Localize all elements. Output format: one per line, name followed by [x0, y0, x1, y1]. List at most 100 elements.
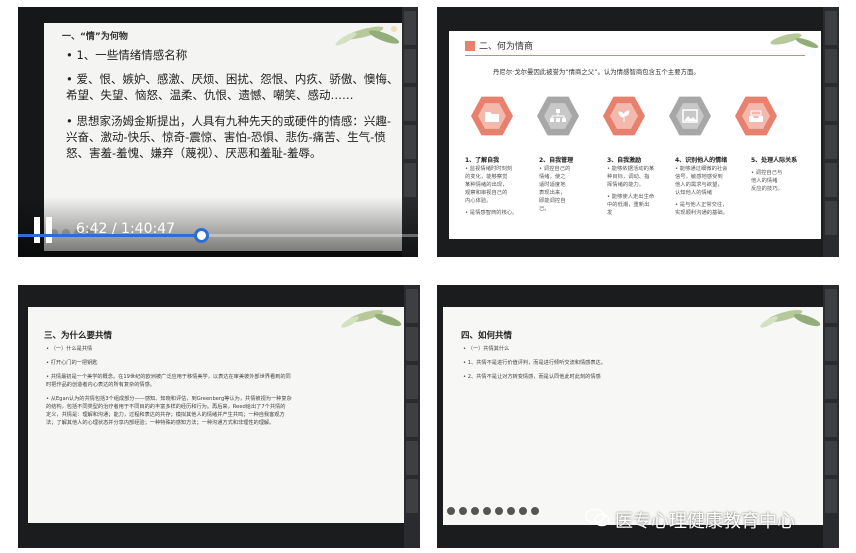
pen-tool-icon[interactable]	[447, 507, 455, 515]
participant-sidebar	[404, 285, 420, 548]
participant-thumb[interactable]	[825, 87, 837, 121]
bullet-line: 怒、害羞-羞愧、嫌弃（蔑视）、厌恶和羞耻-羞辱。	[66, 146, 322, 160]
participant-thumb[interactable]	[404, 125, 416, 159]
text-tool-icon[interactable]	[495, 507, 503, 515]
participant-thumb[interactable]	[406, 289, 418, 323]
highlight-tool-icon[interactable]	[471, 507, 479, 515]
participant-thumb[interactable]	[404, 163, 416, 197]
bullet-line: 希望、失望、恼怒、温柔、仇恨、遗憾、嘲笑、感动……	[66, 88, 354, 102]
undo-tool-icon[interactable]	[507, 507, 515, 515]
more-tool-icon[interactable]	[531, 507, 539, 515]
participant-thumb[interactable]	[825, 365, 837, 399]
bullet-line: • 思想家汤姆金斯提出，人具有九种先天的或硬件的情感：兴趣-	[66, 114, 392, 128]
column-title: 4、识别他人的情绪	[675, 157, 728, 164]
video-panel-3[interactable]: 三、为什么要共情 • （一）什么是共情 • 打开心门的一把钥匙 • 共情最初是一…	[18, 285, 420, 548]
folder-icon	[485, 112, 499, 122]
column-line: 发	[607, 210, 613, 216]
slide-title: 三、为什么要共情	[44, 331, 113, 341]
participant-thumb[interactable]	[406, 479, 418, 513]
participant-thumb[interactable]	[825, 163, 837, 197]
org-chart-icon	[550, 109, 566, 122]
participant-thumb[interactable]	[825, 201, 837, 235]
participant-thumb[interactable]	[825, 289, 837, 323]
shape-tool-icon[interactable]	[483, 507, 491, 515]
bullet-line: • 1、一些情绪情感名称	[66, 48, 188, 62]
column-line: 认知他人的情绪	[675, 190, 713, 196]
hex-icon-2	[537, 96, 579, 136]
leaf-decoration	[770, 33, 819, 48]
participant-sidebar	[823, 7, 839, 257]
column-title: 5、处理人际关系	[751, 157, 798, 164]
body-line: • 从Egan认为的共情包括3个组成部分——感知、知晓和评估，到Greenber…	[46, 396, 292, 402]
bullet-line: 兴奋、激动-快乐、惊奇-震惊、害怕-恐惧、悲伤-痛苦、生气-愤	[66, 130, 386, 144]
slide-title: 二、何为情商	[479, 42, 534, 52]
seek-bar[interactable]	[18, 228, 418, 243]
video-panel-2[interactable]: 二、何为情商 丹尼尔·戈尔曼因此被誉为“情商之父”。认为情感智商包含五个主要方面…	[437, 7, 839, 257]
slide-2: 二、何为情商 丹尼尔·戈尔曼因此被誉为“情商之父”。认为情感智商包含五个主要方面…	[449, 31, 821, 239]
body-line: 定义，共情是：理解和沟通；能力，过程和表达的共存；模拟其他人的情绪并产生共鸣；一…	[46, 412, 285, 418]
participant-thumb[interactable]	[825, 11, 837, 45]
pause-icon[interactable]	[32, 217, 56, 243]
slide-subtitle: 丹尼尔·戈尔曼因此被誉为“情商之父”。认为情感智商包含五个主要方面。	[493, 68, 700, 76]
seek-knob[interactable]	[194, 228, 209, 243]
body-line: 法；了解其他人的心理状态并分享内部经验；一种特殊的感知方法；一种沟通方式和非理性…	[46, 420, 275, 426]
participant-thumb[interactable]	[404, 87, 416, 121]
column-line: • 是情感智商的核心。	[465, 210, 518, 216]
leaf-decoration	[335, 26, 400, 46]
body-line: • 打开心门的一把钥匙	[46, 360, 98, 366]
column-title: 2、自我管理	[539, 157, 574, 164]
participant-thumb[interactable]	[825, 125, 837, 159]
clear-tool-icon[interactable]	[519, 507, 527, 515]
annotation-toolbar	[447, 507, 557, 517]
body-line: • （一）共情其什么	[463, 346, 510, 352]
column-title: 1、了解自我	[465, 157, 500, 164]
playback-controls: 6:42 / 1:40:47	[18, 197, 418, 257]
participant-thumb[interactable]	[406, 441, 418, 475]
column-line: 己。	[539, 206, 550, 212]
body-line: • 共情最初是一个美学的概念。在19世纪的欧洲被广泛应用于移情美学，以表达在审美…	[46, 374, 291, 380]
participant-thumb[interactable]	[825, 403, 837, 437]
body-line: 时把作品的创造者内心表达的所有复杂的情感。	[46, 382, 155, 388]
column-line: 反应的技巧。	[751, 186, 783, 192]
wechat-icon	[585, 508, 610, 527]
participant-thumb[interactable]	[825, 49, 837, 83]
slide-title: 一、“情”为何物	[62, 32, 128, 42]
body-line: • （一）什么是共情	[46, 346, 93, 352]
video-panel-1[interactable]: 一、“情”为何物 • 1、一些情绪情感名称 • 爱、恨、嫉妒、感激、厌烦、困扰、…	[18, 7, 418, 257]
column-line: 内心体验。	[465, 198, 492, 204]
hex-icon-5	[735, 96, 777, 136]
hex-icon-1	[471, 96, 513, 136]
slide-title: 四、如何共情	[461, 331, 513, 341]
participant-thumb[interactable]	[825, 441, 837, 475]
participant-thumb[interactable]	[406, 403, 418, 437]
video-panel-4[interactable]: 四、如何共情 • （一）共情其什么 • 1、共情不是进行价值评判，而是进行倾听交…	[437, 285, 839, 548]
participant-thumb[interactable]	[825, 327, 837, 361]
participant-thumb[interactable]	[406, 365, 418, 399]
participant-thumb[interactable]	[404, 49, 416, 83]
body-line: 的结构，包括不同类型的治疗者用于不同目的的丰富多样的经历和行为。再后来，Reed…	[46, 404, 286, 410]
seek-bar-fill	[18, 234, 198, 237]
column-line: 中的低潮，重新出	[607, 202, 650, 208]
column-line: 实现顺利沟通的基础。	[675, 210, 728, 216]
title-underline	[465, 55, 805, 56]
title-marker	[465, 41, 475, 51]
plant-icon	[618, 110, 630, 122]
bullet-line: • 爱、恨、嫉妒、感激、厌烦、困扰、怨恨、内疚、骄傲、懊悔、	[66, 72, 399, 86]
image-icon	[682, 109, 698, 123]
column-line: 挥情绪的能力。	[607, 182, 645, 188]
hex-icon-3	[603, 96, 645, 136]
participant-thumb[interactable]	[406, 327, 418, 361]
slide-3: 三、为什么要共情 • （一）什么是共情 • 打开心门的一把钥匙 • 共情最初是一…	[28, 307, 404, 523]
hex-icon-4	[669, 96, 711, 136]
inbox-icon	[749, 110, 763, 122]
eraser-tool-icon[interactable]	[459, 507, 467, 515]
watermark: 医专心理健康教育中心	[585, 503, 835, 533]
body-line: • 2、共情不是让对方转变情感，而是认同他此时此刻的情感	[463, 374, 601, 380]
body-line: • 1、共情不是进行价值评判，而是进行倾听交流和情感表达。	[463, 360, 606, 366]
watermark-text: 医专心理健康教育中心	[615, 511, 795, 532]
leaf-decoration	[341, 309, 402, 328]
slide-4: 四、如何共情 • （一）共情其什么 • 1、共情不是进行价值评判，而是进行倾听交…	[443, 307, 823, 525]
leaf-decoration	[760, 309, 821, 328]
column-title: 3、自我激励	[607, 157, 642, 164]
participant-thumb[interactable]	[404, 11, 416, 45]
